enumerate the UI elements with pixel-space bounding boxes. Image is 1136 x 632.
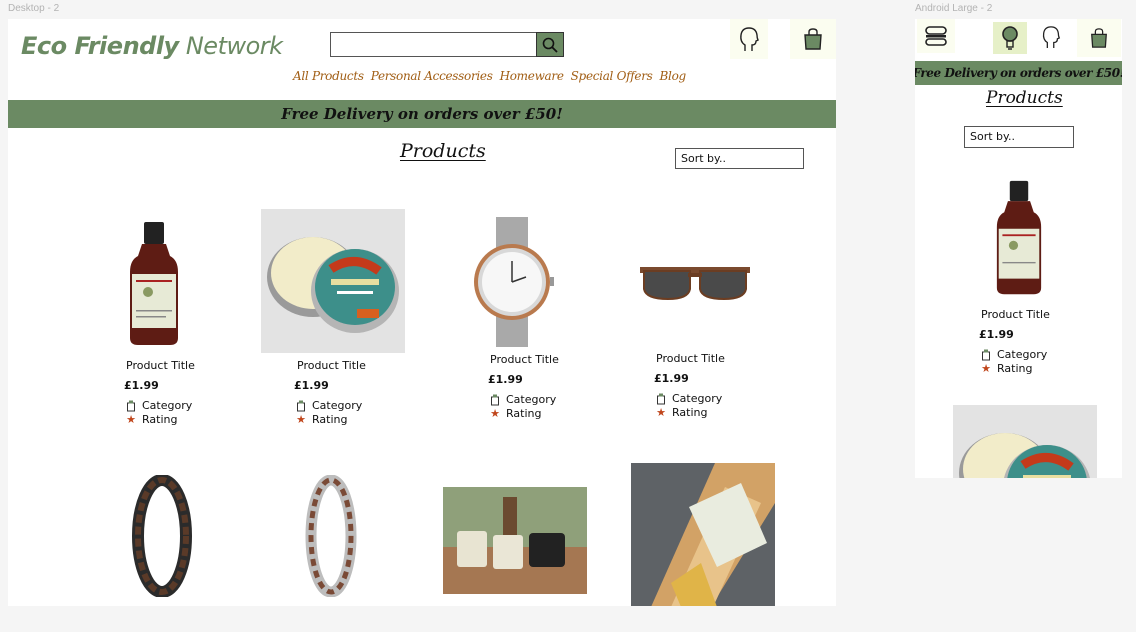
account-icon [1042, 26, 1061, 48]
shave-tin-image [959, 433, 1090, 478]
search-icon [542, 37, 558, 53]
product-category: Category [126, 399, 192, 412]
product-image-shave-tin[interactable] [261, 209, 405, 353]
product-title[interactable]: Product Title [656, 352, 725, 365]
desktop-frame-label: Desktop - 2 [8, 3, 60, 14]
product-rating: ★ Rating [656, 406, 707, 419]
beeswax-kit-image [631, 463, 775, 606]
delivery-banner-text: Free Delivery on orders over £50! [915, 66, 1122, 80]
product-price: £1.99 [124, 379, 159, 392]
product-title[interactable]: Product Title [297, 359, 366, 372]
rating-label: Rating [997, 362, 1033, 375]
delivery-banner-text: Free Delivery on orders over £50! [281, 105, 563, 123]
basket-button[interactable] [790, 19, 836, 59]
account-icon [740, 27, 759, 51]
product-price: £1.99 [654, 372, 689, 385]
products-heading: Products [400, 140, 486, 162]
products-heading: Products [986, 88, 1063, 108]
rating-label: Rating [506, 407, 542, 420]
basket-icon [1091, 28, 1107, 48]
category-tag-icon [491, 394, 499, 405]
soap-bottle-image [130, 222, 178, 345]
product-image-soap-bottle[interactable] [987, 179, 1051, 297]
menu-button[interactable] [917, 19, 955, 53]
delivery-banner: Free Delivery on orders over £50! [8, 100, 836, 128]
candles-image [443, 487, 587, 594]
category-tag-icon [657, 393, 665, 404]
account-button[interactable] [1035, 19, 1067, 55]
main-nav: All Products Personal Accessories Homewa… [293, 69, 686, 83]
menu-icon [925, 26, 947, 46]
star-icon: ★ [296, 413, 306, 426]
nav-homeware[interactable]: Homeware [500, 69, 564, 83]
product-rating: ★ Rating [126, 413, 177, 426]
rating-label: Rating [312, 413, 348, 426]
star-icon: ★ [126, 413, 136, 426]
category-tag-icon [297, 400, 305, 411]
product-rating: ★ Rating [981, 362, 1032, 375]
sort-dropdown[interactable]: Sort by.. [964, 126, 1074, 148]
basket-icon [804, 28, 822, 50]
product-image-soap-bottle[interactable] [116, 217, 192, 351]
basket-button[interactable] [1077, 19, 1121, 57]
category-label: Category [312, 399, 363, 412]
category-tag-icon [127, 400, 135, 411]
product-image-shave-tin[interactable] [953, 405, 1097, 478]
product-image-dark-wood-bracelet[interactable] [132, 475, 192, 597]
watch-image [474, 217, 554, 347]
logo-bold-text: Eco Friendly [21, 32, 179, 60]
search-input[interactable] [330, 32, 564, 57]
search-button[interactable] [536, 32, 564, 57]
product-category: Category [296, 399, 362, 412]
product-title[interactable]: Product Title [981, 308, 1050, 321]
logo-light-text: Network [185, 32, 283, 60]
silver-bracelet-image [305, 475, 357, 597]
product-category: Category [656, 392, 722, 405]
dark-bracelet-image [132, 475, 192, 597]
product-image-beeswax-wrap-kit[interactable] [631, 463, 775, 606]
lightbulb-icon [1002, 26, 1018, 50]
product-image-sunglasses[interactable] [638, 259, 752, 305]
product-image-candles[interactable] [443, 487, 587, 594]
product-category: Category [981, 348, 1047, 361]
rating-label: Rating [672, 406, 708, 419]
sunglasses-image [640, 267, 750, 301]
star-icon: ★ [656, 406, 666, 419]
star-icon: ★ [490, 407, 500, 420]
soap-bottle-image [996, 180, 1042, 295]
nav-personal-accessories[interactable]: Personal Accessories [371, 69, 493, 83]
product-price: £1.99 [488, 373, 523, 386]
desktop-frame: Eco Friendly Network All Products Person… [8, 19, 836, 606]
shave-tin-image [267, 237, 399, 333]
site-logo[interactable]: Eco Friendly Network [21, 32, 283, 60]
nav-special-offers[interactable]: Special Offers [571, 69, 653, 83]
product-image-silver-wood-bracelet[interactable] [304, 475, 358, 597]
product-title[interactable]: Product Title [126, 359, 195, 372]
product-title[interactable]: Product Title [490, 353, 559, 366]
category-label: Category [672, 392, 723, 405]
account-button[interactable] [730, 19, 768, 59]
android-frame: Free Delivery on orders over £50! Produc… [915, 19, 1122, 478]
product-category: Category [490, 393, 556, 406]
product-price: £1.99 [294, 379, 329, 392]
product-price: £1.99 [979, 328, 1014, 341]
category-label: Category [506, 393, 557, 406]
nav-all-products[interactable]: All Products [293, 69, 364, 83]
delivery-banner: Free Delivery on orders over £50! [915, 61, 1122, 85]
lightbulb-button[interactable] [993, 22, 1027, 54]
category-label: Category [997, 348, 1048, 361]
android-frame-label: Android Large - 2 [915, 3, 993, 14]
product-rating: ★ Rating [490, 407, 541, 420]
product-image-watch[interactable] [470, 217, 554, 347]
rating-label: Rating [142, 413, 178, 426]
category-label: Category [142, 399, 193, 412]
product-rating: ★ Rating [296, 413, 347, 426]
sort-dropdown[interactable]: Sort by.. [675, 148, 804, 169]
nav-blog[interactable]: Blog [660, 69, 687, 83]
star-icon: ★ [981, 362, 991, 375]
category-tag-icon [982, 349, 990, 360]
